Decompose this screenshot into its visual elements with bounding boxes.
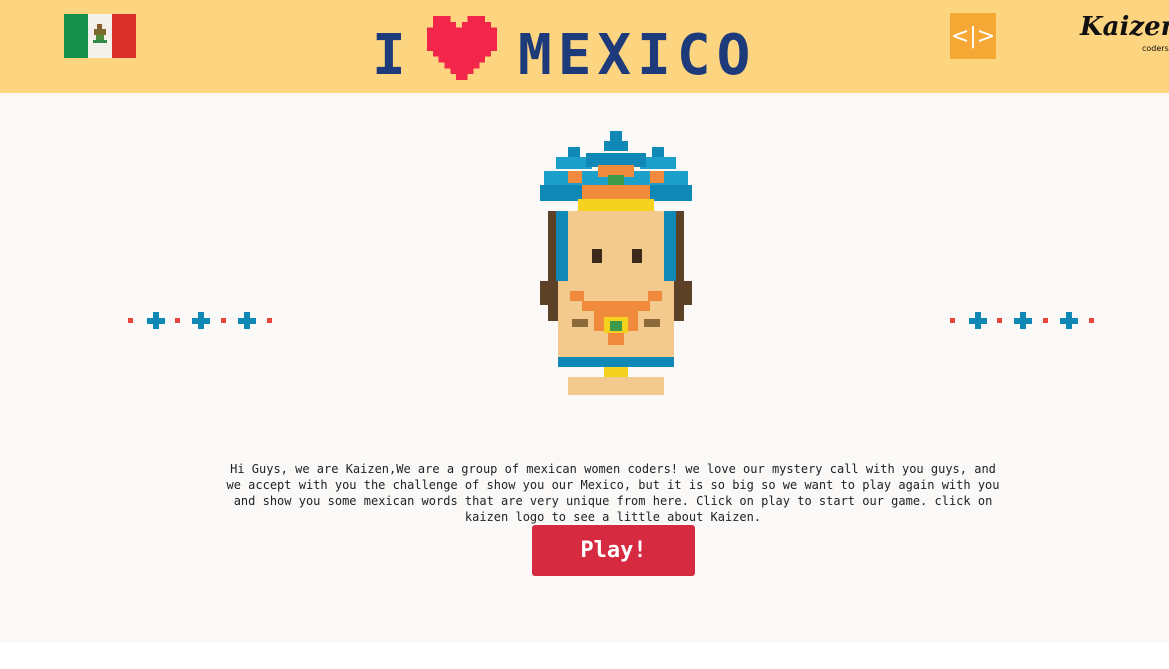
- pixel-decoration-left: [128, 312, 272, 329]
- intro-text: Hi Guys, we are Kaizen,We are a group of…: [226, 462, 1000, 524]
- kaizen-logo[interactable]: Kaizen coders: [1078, 10, 1169, 60]
- page-title: I MEXICO: [368, 14, 750, 88]
- code-link-button[interactable]: <|>: [950, 13, 996, 59]
- main-area: Hi Guys, we are Kaizen,We are a group of…: [0, 93, 1169, 643]
- title-word: MEXICO: [518, 23, 757, 88]
- aztec-character-icon: [540, 131, 692, 395]
- title-prefix: I: [372, 23, 412, 88]
- header-bar: I MEXICO <|> Kaizen coders: [0, 0, 1169, 93]
- heart-icon: [427, 16, 497, 80]
- pixel-decoration-right: [950, 312, 1094, 329]
- kaizen-logo-text: Kaizen: [1080, 12, 1169, 42]
- play-button[interactable]: Play!: [532, 525, 695, 576]
- mexico-flag-icon: [64, 14, 136, 58]
- kaizen-logo-subtext: coders: [1142, 44, 1169, 53]
